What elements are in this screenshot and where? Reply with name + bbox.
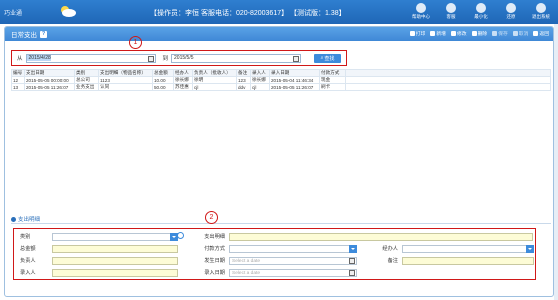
column-header[interactable]: 支出日期 xyxy=(24,69,75,77)
date-filter-bar: 从 2015/4/28 到 2015/5/5 ⌕ 查找 xyxy=(11,50,347,66)
field-entry-date: 录入日期 Select a date xyxy=(189,268,357,277)
field-handler: 经办人 xyxy=(362,244,534,253)
chevron-down-icon[interactable] xyxy=(526,244,534,253)
payment-method-select[interactable] xyxy=(229,244,357,253)
field-category: 类别 xyxy=(20,232,178,241)
calendar-icon[interactable] xyxy=(349,269,355,276)
column-header[interactable]: 负责人（批收人） xyxy=(192,69,237,77)
help-icon[interactable]: ? xyxy=(40,30,47,38)
field-expense-detail: 支出明细 xyxy=(189,232,533,241)
divider xyxy=(11,223,551,224)
delete-icon xyxy=(471,31,477,36)
exit-button[interactable]: 退出系统 xyxy=(528,3,554,20)
refresh-icon xyxy=(506,3,516,13)
from-date-input[interactable]: 2015/4/28 xyxy=(25,53,156,63)
detail-section-header[interactable]: 支出明细 xyxy=(11,215,40,223)
annotation-marker-1: 1 xyxy=(129,36,142,49)
weather-icon xyxy=(61,6,76,17)
column-header[interactable]: 经办人 xyxy=(173,69,193,77)
window-actions: 帮助中心 客服 最小化 还原 退出系统 xyxy=(408,3,554,20)
entry-date-input[interactable]: Select a date xyxy=(229,268,357,277)
field-remark: 备注 xyxy=(362,256,534,265)
table-row[interactable]: 13 2015-05-05 11:26:07 业务支出 认同 50.00 苏佳惠… xyxy=(11,83,551,91)
minimize-icon xyxy=(476,3,486,13)
column-header[interactable]: 付款方式 xyxy=(319,69,346,77)
field-expense-date: 发生日期 Select a date xyxy=(189,256,357,265)
save-button[interactable]: 保存 xyxy=(492,30,508,37)
calendar-icon[interactable] xyxy=(293,55,300,62)
calendar-icon[interactable] xyxy=(349,257,355,264)
back-button[interactable]: 返回 xyxy=(533,30,549,37)
table-row[interactable]: 12 2015-05-05 00:00:00 总公司 1123 10.00 徐长… xyxy=(11,76,551,84)
delete-button[interactable]: 删除 xyxy=(471,30,487,37)
column-filler xyxy=(345,69,551,77)
field-total: 总金额 xyxy=(20,244,178,253)
from-label: 从 xyxy=(17,56,23,62)
cancel-button[interactable]: 取消 xyxy=(512,30,528,37)
daily-expense-panel: 日常支出 ? 打印 新增 修改 删除 保存 取消 返回 1 从 2015/4/2… xyxy=(4,26,554,297)
operator-info: 【操作员：李恒 客服电话：020-82003617】 【测试版：1.38】 xyxy=(150,10,346,17)
chat-icon xyxy=(446,3,456,13)
field-owner: 负责人 xyxy=(20,256,178,265)
restore-button[interactable]: 还原 xyxy=(498,3,524,20)
edit-button[interactable]: 修改 xyxy=(450,30,467,37)
search-button[interactable]: ⌕ 查找 xyxy=(314,53,342,63)
to-label: 到 xyxy=(162,56,169,62)
owner-input[interactable] xyxy=(52,256,178,265)
add-icon xyxy=(430,31,436,36)
column-header[interactable]: 总金额 xyxy=(152,69,174,77)
print-button[interactable]: 打印 xyxy=(409,30,425,37)
add-button[interactable]: 新增 xyxy=(430,30,446,37)
expense-date-input[interactable]: Select a date xyxy=(229,256,357,265)
remark-input[interactable] xyxy=(402,256,534,265)
category-select[interactable] xyxy=(52,232,178,241)
expense-table: 编号 支出日期 类别 支出明细（物品名称） 总金额 经办人 负责人（批收人） 备… xyxy=(11,69,551,91)
app-header: 巧业通 【操作员：李恒 客服电话：020-82003617】 【测试版：1.38… xyxy=(0,0,558,24)
chevron-down-icon[interactable] xyxy=(349,244,357,253)
column-header[interactable]: 备注 xyxy=(236,69,251,77)
back-icon xyxy=(533,31,539,36)
help-center-button[interactable]: 帮助中心 xyxy=(408,3,434,20)
print-icon xyxy=(409,31,415,36)
save-icon xyxy=(492,31,498,36)
to-date-input[interactable]: 2015/5/5 xyxy=(171,53,302,63)
calendar-icon[interactable] xyxy=(147,55,154,62)
page-title: 日常支出 xyxy=(11,32,37,39)
column-header[interactable]: 支出明细（物品名称） xyxy=(98,69,153,77)
column-header[interactable]: 录入人 xyxy=(250,69,270,77)
column-header[interactable]: 类别 xyxy=(74,69,99,77)
column-header[interactable]: 录入日期 xyxy=(269,69,320,77)
field-payment: 付款方式 xyxy=(189,244,357,253)
expense-detail-form: 类别 支出明细 总金额 付款方式 经办人 负责人 发生日期 Select a d… xyxy=(13,228,536,280)
handler-select[interactable] xyxy=(402,244,534,253)
vertical-scrollbar[interactable] xyxy=(554,24,558,300)
field-entry-user: 录入人 xyxy=(20,268,178,277)
search-icon: ⌕ xyxy=(320,55,324,61)
panel-header: 日常支出 ? 打印 新增 修改 删除 保存 取消 返回 xyxy=(5,27,553,41)
edit-icon xyxy=(450,31,456,36)
minimize-button[interactable]: 最小化 xyxy=(468,3,494,20)
exit-icon xyxy=(536,3,546,13)
table-header-row: 编号 支出日期 类别 支出明细（物品名称） 总金额 经办人 负责人（批收人） 备… xyxy=(11,69,551,77)
app-logo: 巧业通 xyxy=(4,11,23,17)
expense-detail-input[interactable] xyxy=(229,232,533,241)
entry-user-input[interactable] xyxy=(52,268,178,277)
speaker-icon xyxy=(416,3,426,13)
annotation-marker-2: 2 xyxy=(205,211,218,224)
column-header[interactable]: 编号 xyxy=(11,69,25,77)
total-amount-input[interactable] xyxy=(52,244,178,253)
cancel-icon xyxy=(512,31,518,36)
customer-service-button[interactable]: 客服 xyxy=(438,3,464,20)
gear-icon[interactable] xyxy=(177,232,184,239)
expand-icon xyxy=(11,216,16,222)
toolbar: 打印 新增 修改 删除 保存 取消 返回 xyxy=(409,30,549,37)
